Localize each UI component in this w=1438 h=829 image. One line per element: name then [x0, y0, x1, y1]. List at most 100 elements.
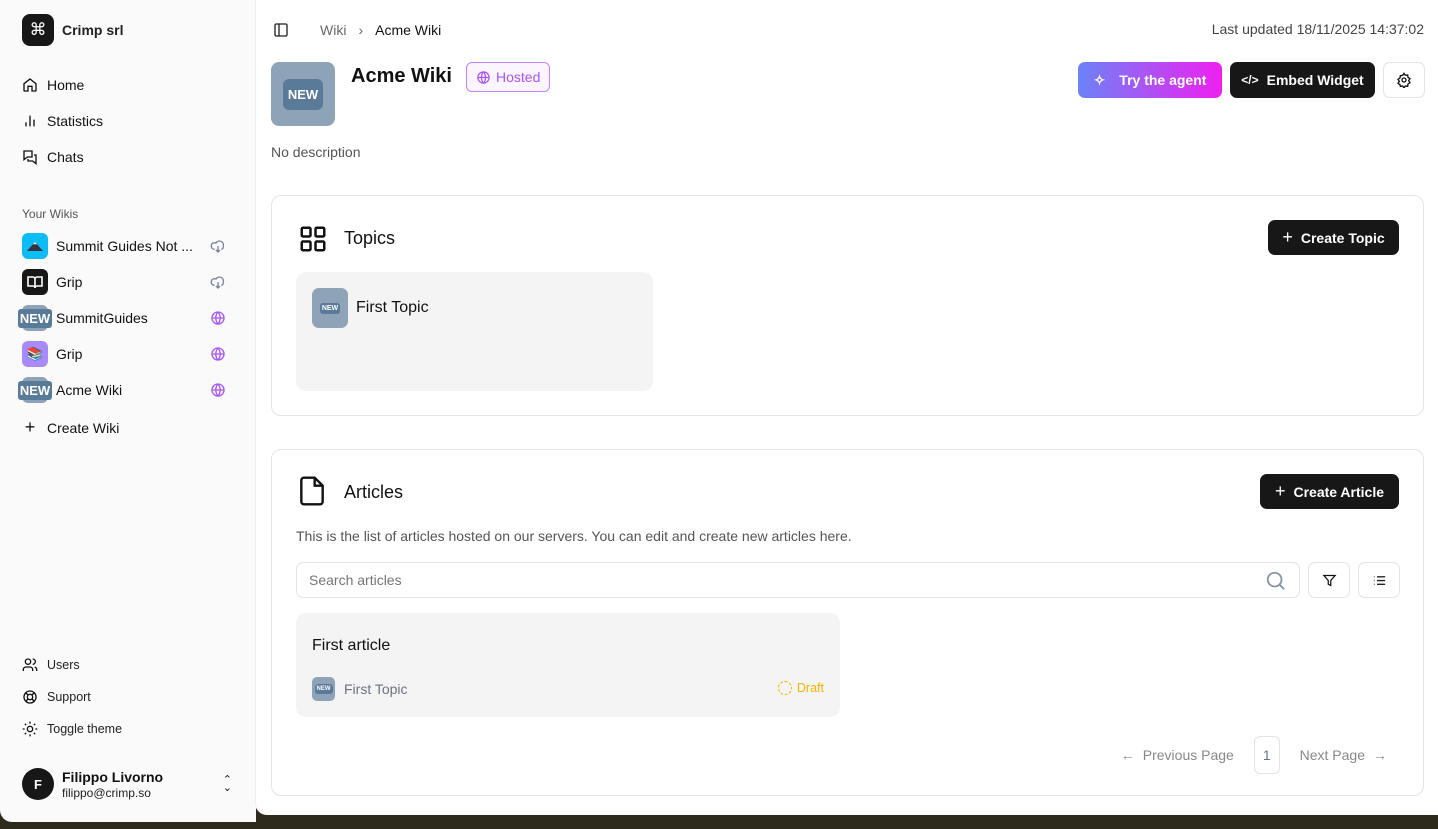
list-view-button[interactable] [1358, 562, 1400, 598]
create-topic-button[interactable]: + Create Topic [1268, 220, 1399, 255]
breadcrumb-wiki[interactable]: Wiki [320, 22, 346, 38]
article-card[interactable]: First article NEW First Topic Draft [296, 613, 840, 717]
sun-icon [22, 721, 38, 737]
toggle-theme-button[interactable]: Toggle theme [22, 721, 122, 737]
breadcrumb: Wiki › Acme Wiki [320, 22, 441, 38]
status-badge: Draft [777, 681, 824, 695]
plus-icon: + [24, 417, 36, 437]
bar-chart-icon [25, 115, 35, 127]
article-topic: First Topic [344, 681, 408, 697]
sparkle-icon: ✧ [1093, 71, 1106, 88]
wiki-item[interactable]: Grip [22, 269, 226, 295]
next-page-button[interactable]: Next Page → [1300, 747, 1387, 763]
search-input[interactable] [297, 563, 1237, 597]
grid-icon [300, 226, 326, 252]
settings-button[interactable] [1383, 62, 1425, 98]
article-title: First article [312, 637, 391, 654]
button-label: Create Topic [1300, 229, 1385, 246]
icon-text: NEW [314, 684, 333, 694]
status-label: Draft [796, 681, 824, 695]
nav-label: Toggle theme [47, 722, 123, 736]
new-badge-icon: NEW [312, 288, 348, 328]
embed-widget-button[interactable]: </> Embed Widget [1230, 62, 1375, 98]
filter-button[interactable] [1308, 562, 1350, 598]
gear-icon [1397, 72, 1411, 88]
new-badge-icon: NEW [17, 305, 53, 331]
globe-icon [211, 383, 225, 397]
code-icon: </> [1241, 73, 1259, 87]
nav-users[interactable]: Users [22, 657, 80, 673]
globe-icon [211, 311, 225, 325]
icon-text: NEW [319, 302, 341, 314]
topics-card: Topics + Create Topic NEW First Topic [271, 195, 1424, 416]
org-name: Crimp srl [62, 22, 124, 38]
page-title: Acme Wiki [351, 65, 452, 87]
arrow-left-icon: ← [1120, 747, 1135, 763]
button-label: Try the agent [1119, 72, 1207, 88]
org-switcher[interactable]: ⌘ Crimp srl [22, 14, 123, 46]
wiki-label: Acme Wiki [56, 382, 123, 398]
nav-support[interactable]: Support [22, 689, 91, 705]
sidebar-toggle-icon[interactable] [273, 22, 289, 38]
wiki-icon: NEW [271, 62, 335, 126]
search-icon [1266, 571, 1285, 590]
button-label: Embed Widget [1266, 72, 1364, 88]
topics-title: Topics [344, 228, 396, 248]
page-number[interactable]: 1 [1253, 736, 1280, 774]
create-wiki-button[interactable]: + Create Wiki [22, 417, 120, 438]
nav-label: Support [47, 690, 91, 704]
wiki-item[interactable]: Summit Guides Not ... [22, 233, 226, 259]
create-article-button[interactable]: + Create Article [1260, 474, 1399, 509]
wiki-label: Grip [56, 274, 83, 290]
wiki-item[interactable]: NEW Acme Wiki [17, 377, 226, 403]
icon-text: NEW [282, 78, 324, 110]
icon-text: NEW [17, 308, 53, 328]
books-icon: 📚 [22, 341, 48, 367]
globe-icon [477, 70, 490, 84]
list-icon [1373, 575, 1385, 585]
nav-label: Chats [47, 149, 84, 165]
try-agent-button[interactable]: ✧ Try the agent [1078, 62, 1222, 98]
user-email: filippo@crimp.so [62, 785, 151, 800]
wiki-item[interactable]: 📚 Grip [22, 341, 226, 367]
wiki-label: SummitGuides [56, 310, 148, 326]
topic-card[interactable]: NEW First Topic [296, 272, 653, 391]
nav-home[interactable]: Home [22, 77, 84, 93]
arrow-right-icon: → [1373, 747, 1387, 763]
nav-label: Statistics [47, 113, 104, 129]
plus-icon: + [1274, 481, 1286, 501]
button-label: Create Article [1293, 483, 1385, 500]
new-badge-icon: NEW [17, 377, 53, 403]
nav-label: Users [47, 658, 80, 672]
chats-icon [23, 150, 37, 165]
command-icon: ⌘ [22, 14, 54, 46]
user-menu[interactable]: F Filippo Livorno filippo@crimp.so ⌃ ⌄ [22, 768, 232, 800]
articles-description: This is the list of articles hosted on o… [296, 528, 852, 544]
new-badge-icon: NEW [312, 677, 335, 701]
main-panel: Wiki › Acme Wiki Last updated 18/11/2025… [255, 0, 1438, 815]
filter-icon [1321, 574, 1337, 587]
wiki-label: Summit Guides Not ... [56, 238, 193, 254]
create-wiki-label: Create Wiki [47, 419, 120, 436]
button-label: Next Page [1299, 747, 1365, 763]
chevron-right-icon: › [358, 22, 364, 38]
hosted-badge: Hosted [466, 62, 551, 92]
cloud-download-icon [210, 276, 225, 289]
wiki-description: No description [271, 144, 361, 160]
nav-statistics[interactable]: Statistics [22, 113, 103, 129]
previous-page-button[interactable]: ← Previous Page [1121, 747, 1234, 763]
users-icon [22, 658, 38, 671]
wiki-item[interactable]: NEW SummitGuides [17, 305, 226, 331]
wiki-label: Grip [56, 346, 83, 362]
lifebuoy-icon [23, 690, 37, 704]
nav-chats[interactable]: Chats [22, 149, 84, 165]
mountain-icon [22, 233, 48, 259]
breadcrumb-current: Acme Wiki [375, 22, 442, 38]
nav-label: Home [47, 77, 85, 93]
avatar: F [22, 768, 54, 800]
globe-icon [211, 347, 225, 361]
topic-title: First Topic [356, 299, 429, 316]
badge-label: Hosted [496, 69, 541, 85]
last-updated: Last updated 18/11/2025 14:37:02 [1211, 21, 1424, 37]
icon-text: NEW [17, 380, 53, 400]
